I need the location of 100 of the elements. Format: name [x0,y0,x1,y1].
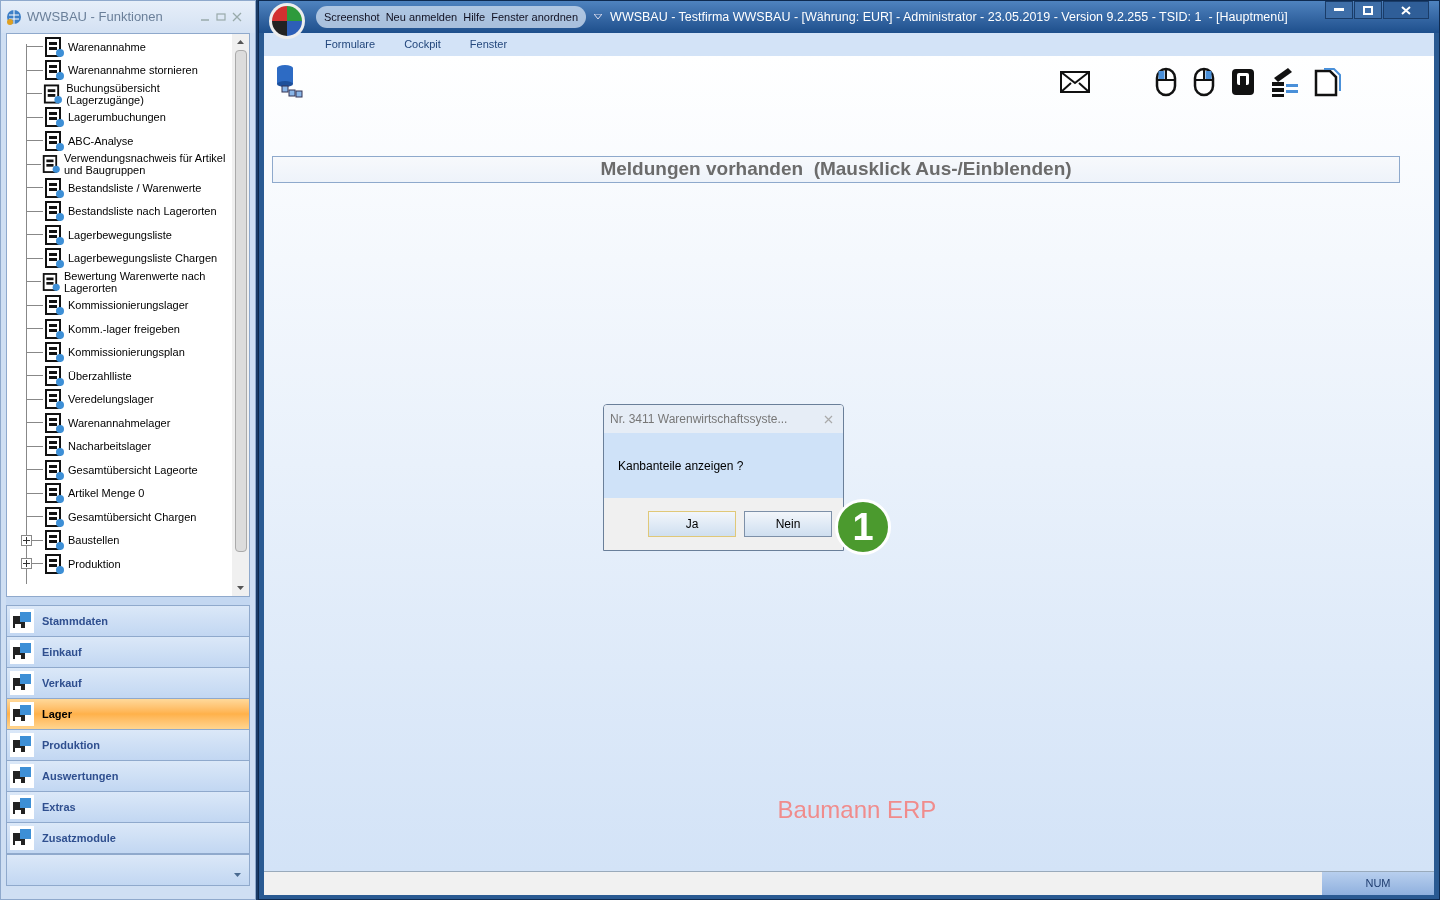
nav-button[interactable]: Lager [6,698,250,730]
document-icon [43,505,65,528]
expand-toggle[interactable] [21,558,32,570]
device-icon[interactable] [1230,67,1256,97]
scroll-thumb[interactable] [234,50,247,552]
tree-item[interactable]: ABC-Analyse [68,134,134,147]
close-button[interactable] [1383,1,1429,19]
tree-item[interactable]: Warenannahme [68,40,146,53]
quick-menu-item[interactable]: Fenster anordnen [491,8,579,26]
tree-item[interactable]: Warenannahme stornieren [68,64,198,77]
globe-icon [5,8,23,26]
document-icon [43,247,65,270]
tree-item[interactable]: Bestandsliste / Warenwerte [68,181,202,194]
module-icon [10,671,34,695]
status-indicator: NUM [1365,876,1391,892]
close-icon [1401,5,1411,15]
hierarchy-icon[interactable] [1270,66,1300,98]
module-icon [10,609,34,633]
maximize-button[interactable] [1354,1,1382,19]
document-icon [43,223,65,246]
tree-item[interactable]: Nacharbeitslager [68,440,152,453]
quick-menu-item[interactable]: Screenshot [324,8,380,26]
tree-item[interactable]: Kommissionierungslager [68,299,189,312]
module-icon [10,640,34,664]
module-icon [10,826,34,850]
tree-item[interactable]: Kommissionierungsplan [68,346,185,359]
document-icon [42,82,64,105]
tree-item[interactable]: Lagerumbuchungen [68,111,166,124]
nav-button[interactable]: Auswertungen [6,760,250,792]
document-icon [43,435,65,458]
document-icon [43,364,65,387]
dialog-button[interactable]: Nein [744,511,832,537]
brand-text: Baumann ERP [777,795,937,825]
nav-button[interactable]: Extras [6,791,250,823]
document-icon [43,129,65,152]
dialog-message: Kanbanteile anzeigen ? [618,457,744,475]
menu-item[interactable]: Cockpit [404,36,441,53]
mouse-icon[interactable] [1192,67,1216,97]
module-icon [10,702,34,726]
app-logo-icon[interactable] [268,2,306,40]
tree-item[interactable]: Lagerbewegungsliste [68,228,172,241]
tree-item[interactable]: Produktion [68,557,121,570]
message-bar[interactable]: Meldungen vorhanden (Mausklick Aus-/Einblenden) [272,156,1400,183]
document-icon [43,388,65,411]
envelope-icon[interactable] [1060,71,1090,93]
document-icon [43,59,65,82]
tree-item[interactable]: Überzahlliste [68,369,132,382]
minimize-button[interactable] [1325,1,1353,19]
nav-button[interactable]: Verkauf [6,667,250,699]
step-badge: 1 [835,499,891,555]
caret-icon[interactable] [234,873,241,877]
module-icon [10,764,34,788]
tree-item[interactable]: Gesamtübersicht Lageorte [68,463,198,476]
tree-item[interactable]: Verwendungsnachweis für Artikel und Baugruppen [64,152,232,177]
tree-item[interactable]: Bewertung Warenwerte nach Lagerorten [64,269,232,294]
database-icon[interactable] [274,64,304,98]
maximize-icon [1363,5,1373,15]
scroll-up-icon[interactable] [237,40,244,44]
nav-button[interactable]: Einkauf [6,636,250,668]
document-icon[interactable] [1314,67,1342,97]
tree-item[interactable]: Baustellen [68,534,120,547]
document-icon [43,411,65,434]
document-icon [43,458,65,481]
tree-item[interactable]: Lagerbewegungsliste Chargen [68,252,218,265]
minimize-icon [1334,8,1344,12]
tree-item[interactable]: Bestandsliste nach Lagerorten [68,205,217,218]
nav-button[interactable]: Zusatzmodule [6,822,250,854]
scrollbar[interactable] [232,34,249,596]
tree-item[interactable]: Gesamtübersicht Chargen [68,510,197,523]
module-icon [10,733,34,757]
document-icon [43,106,65,129]
menu-item[interactable]: Formulare [325,36,376,53]
quick-menu-item[interactable]: Hilfe [463,8,486,26]
mouse-icon[interactable] [1154,67,1178,97]
document-icon [43,176,65,199]
scroll-down-icon[interactable] [237,586,244,590]
dialog-button[interactable]: Ja [648,511,736,537]
expand-toggle[interactable] [21,534,32,546]
window-title: WWSBAU - Testfirma WWSBAU - [Währung: EUR] - Administrator - 23.05.2019 - Version 9.2.255 - TSID: 1 - [Hauptmenü] [610,8,1288,26]
document-icon [43,341,65,364]
panel-title: WWSBAU - Funktionen [27,8,164,27]
document-icon [43,529,65,552]
caret-icon[interactable] [594,14,603,20]
document-icon [41,270,61,293]
nav-button[interactable]: Produktion [6,729,250,761]
tree-item[interactable]: Artikel Menge 0 [68,487,145,500]
tree-item[interactable]: Buchungsübersicht (Lagerzugänge) [66,81,232,106]
document-icon [43,294,65,317]
menu-item[interactable]: Fenster [469,36,508,53]
dialog-title: Nr. 3411 Warenwirtschaftssyste... [610,411,789,428]
document-icon [41,153,61,176]
quick-menu-item[interactable]: Neu anmelden [385,8,458,26]
tree-item[interactable]: Warenannahmelager [68,416,171,429]
document-icon [43,552,65,575]
document-icon [43,482,65,505]
tree-item[interactable]: Veredelungslager [68,393,154,406]
tree-item[interactable]: Komm.-lager freigeben [68,322,180,335]
module-icon [10,795,34,819]
document-icon [43,200,65,223]
nav-button[interactable]: Stammdaten [6,605,250,637]
